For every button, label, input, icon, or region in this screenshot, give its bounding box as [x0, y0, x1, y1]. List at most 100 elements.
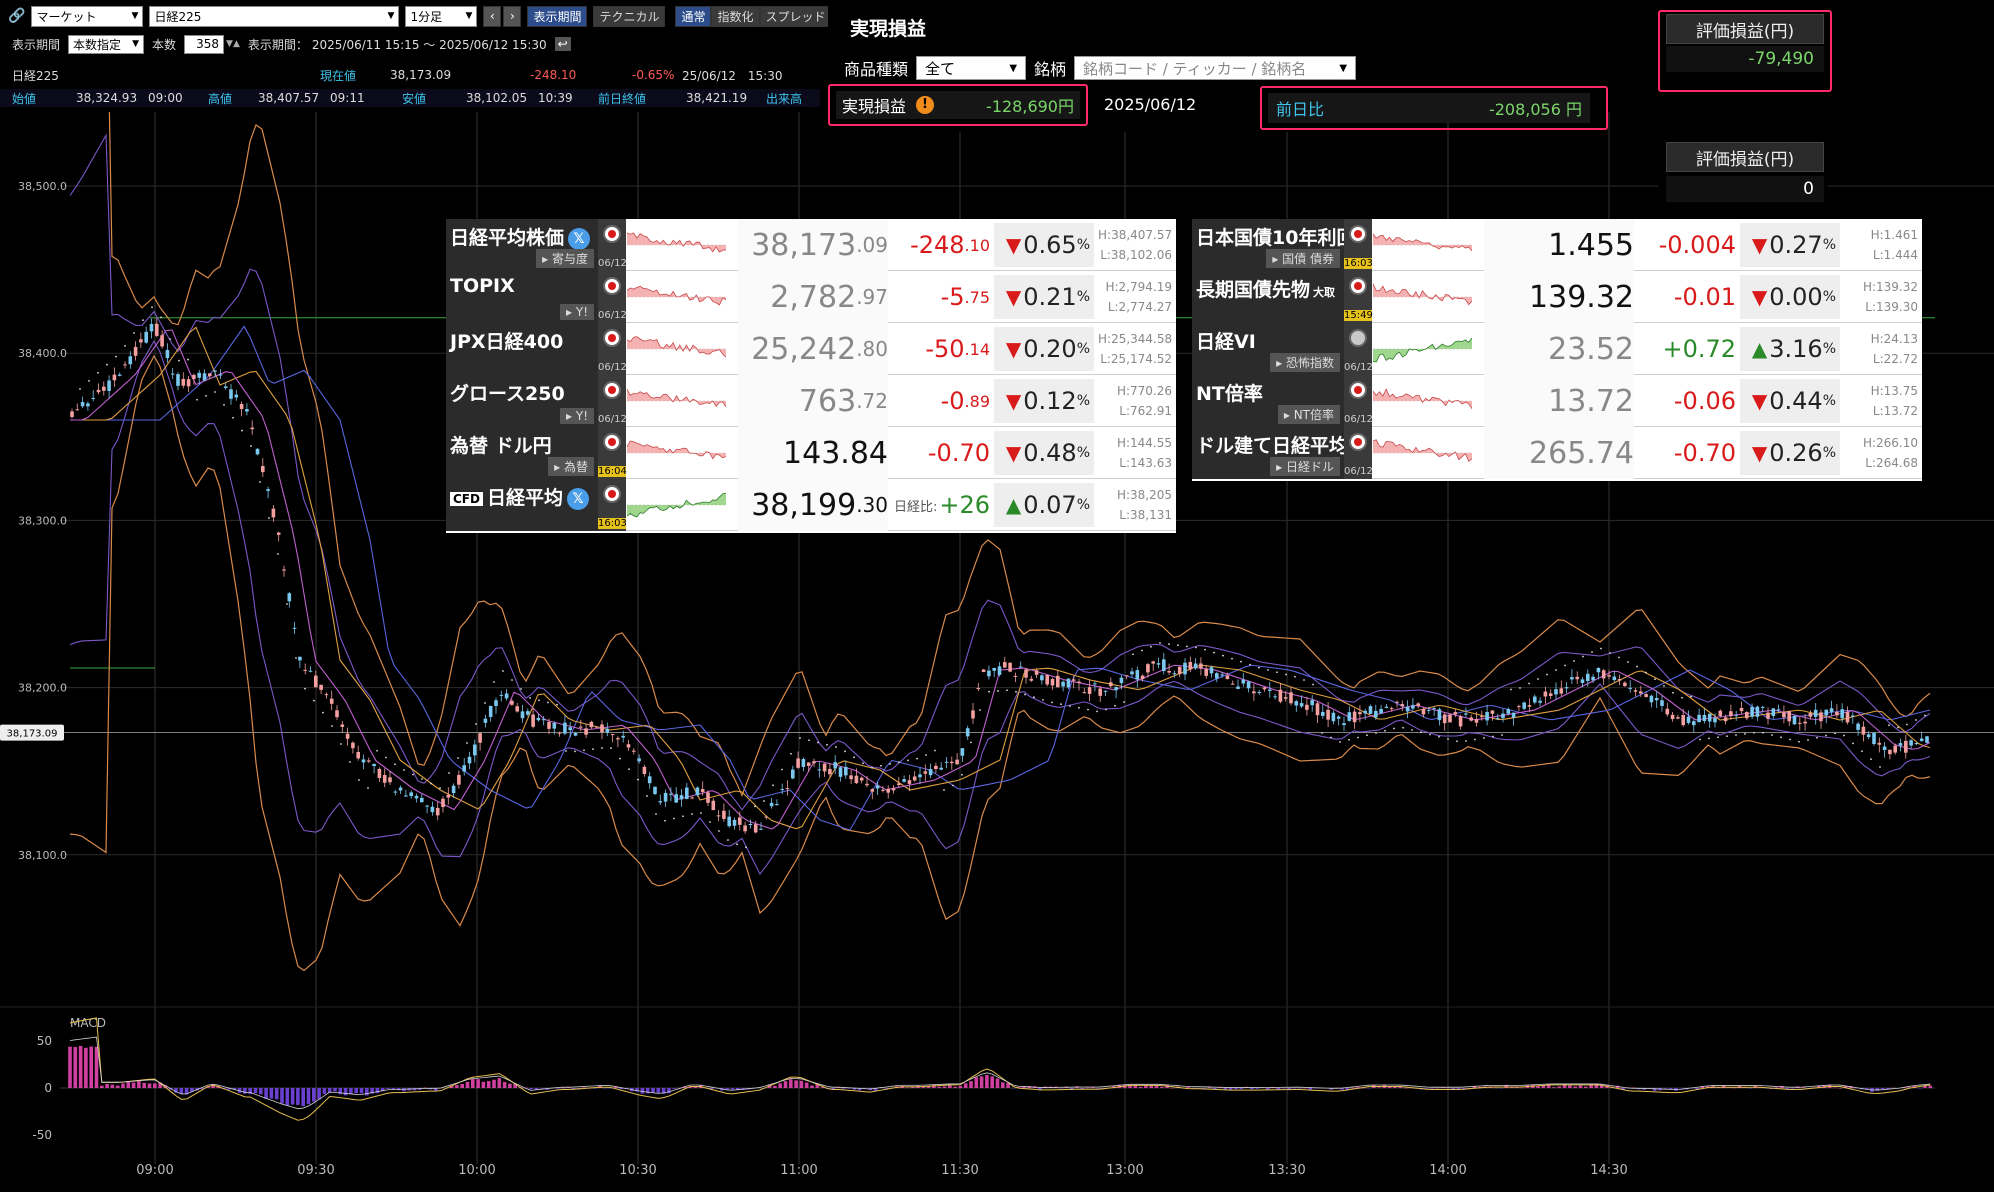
macd-histogram-bar: [842, 1088, 846, 1089]
macd-histogram-bar: [979, 1076, 984, 1088]
symbol-search-input[interactable]: 銘柄コード / ティッカー / 銘柄名 ▼: [1074, 56, 1357, 80]
quote-name-cell: 長期国債先物 大取: [1192, 271, 1344, 323]
quote-name-cell: 為替 ドル円 ▸ 為替: [446, 427, 598, 479]
macd-histogram-bar: [502, 1081, 507, 1088]
quote-sub-button[interactable]: ▸ NT倍率: [1277, 405, 1340, 424]
quote-name-cell: ドル建て日経平均 ▸ 日経ドル: [1192, 427, 1344, 479]
quote-row[interactable]: JPX日経400 06/12 25,242.80 -50.14 ▼ 0.20% H…: [446, 323, 1176, 375]
quote-row[interactable]: CFD 日経平均 𝕏 16:03 38,199.30 日経比: +26 ▲ 0.07%…: [446, 479, 1176, 531]
quote-change: -5.75: [892, 271, 990, 323]
quote-sub-button[interactable]: ▸ 日経ドル: [1270, 457, 1340, 476]
symbol-name: 日経225: [12, 68, 59, 83]
macd-histogram-bar: [1493, 1087, 1498, 1089]
sar-dot: [232, 416, 234, 419]
candle-body: [642, 766, 647, 774]
macd-histogram-bar: [1430, 1088, 1434, 1089]
macd-histogram-bar: [1234, 1088, 1238, 1090]
candle-body: [1501, 713, 1505, 719]
quote-sub-button[interactable]: ▸ 寄与度: [536, 249, 594, 268]
market-select[interactable]: マーケット ▼: [31, 5, 144, 27]
candle-body: [764, 816, 769, 818]
period-button[interactable]: 表示期間: [527, 5, 588, 27]
candle-body: [1718, 710, 1723, 716]
quote-row[interactable]: 日経VI ▸ 恐怖指数 06/12 23.52 +0.72 ▲ 3.16% H:24…: [1192, 323, 1922, 375]
quote-row[interactable]: 長期国債先物 大取 15:49 139.32 -0.01 ▼ 0.00% H:139…: [1192, 271, 1922, 323]
quote-row[interactable]: 日経平均株価 𝕏 ▸ 寄与度 06/12 38,173.09 -248.10 ▼ 0.…: [446, 219, 1176, 271]
macd-histogram-bar: [1250, 1088, 1254, 1090]
change-decimal: .10: [964, 235, 990, 255]
change-main: -248: [910, 231, 965, 259]
quote-sub-button[interactable]: ▸ 為替: [548, 457, 594, 476]
index-button[interactable]: 指数化: [711, 5, 760, 27]
candle-body: [1808, 712, 1813, 717]
candle-body: [690, 797, 694, 799]
change-main: -5: [940, 283, 965, 311]
sar-dot: [1168, 643, 1170, 646]
next-button[interactable]: ›: [503, 5, 522, 27]
sar-dot: [763, 800, 765, 802]
flag-icon: [603, 485, 621, 503]
candle-body: [1172, 673, 1177, 675]
candle-body: [298, 656, 302, 661]
candle-body: [250, 427, 254, 430]
type-select[interactable]: 全て ▼: [916, 56, 1027, 80]
return-icon[interactable]: ↩: [554, 37, 571, 51]
interval-select[interactable]: 1分足 ▼: [405, 5, 478, 27]
candle-body: [1326, 709, 1330, 720]
quote-row[interactable]: TOPIX ▸ Y! 06/12 2,782.97 -5.75 ▼ 0.21% H:…: [446, 271, 1176, 323]
x-icon[interactable]: 𝕏: [566, 487, 589, 510]
quote-date: 06/12: [598, 258, 627, 269]
quote-row[interactable]: NT倍率 ▸ NT倍率 06/12 13.72 -0.06 ▼ 0.44% H:13…: [1192, 375, 1922, 427]
candle-body: [1909, 740, 1913, 746]
quote-price: 139.32: [1484, 271, 1634, 323]
quote-row[interactable]: グロース250 ▸ Y! 06/12 763.72 -0.89 ▼ 0.12% H:…: [446, 375, 1176, 427]
candle-body: [75, 409, 80, 411]
percent-value: 0.12: [1023, 387, 1077, 415]
macd-histogram-bar: [1663, 1088, 1668, 1089]
quote-row[interactable]: ドル建て日経平均 ▸ 日経ドル 06/12 265.74 -0.70 ▼ 0.26%…: [1192, 427, 1922, 479]
candle-body: [1437, 709, 1442, 721]
quote-name: 為替 ドル円: [450, 435, 552, 457]
y-tick-label: 38,300.0: [18, 514, 67, 527]
direction-icon: ▼: [1751, 285, 1768, 309]
symbol-select[interactable]: 日経225 ▼: [149, 5, 400, 27]
sar-dot: [709, 821, 711, 823]
count-input[interactable]: 358: [184, 34, 225, 54]
quote-row[interactable]: 為替 ドル円 ▸ 為替 16:04 143.84 -0.70 ▼ 0.48% H:1…: [446, 427, 1176, 479]
quote-low: L:22.72: [1872, 352, 1918, 366]
quote-row[interactable]: 日本国債10年利回り▸ 国債 債券 16:03 1.455 -0.004 ▼0.…: [1192, 219, 1922, 271]
candle-body: [674, 794, 678, 803]
sar-dot: [1006, 689, 1008, 692]
technical-button[interactable]: テクニカル: [593, 5, 666, 27]
quote-sub-button[interactable]: ▸ 恐怖指数: [1270, 353, 1340, 372]
candle-body: [255, 448, 260, 455]
sar-dot: [781, 768, 783, 771]
spread-button[interactable]: スプレッド: [759, 5, 832, 27]
period-mode-select[interactable]: 本数指定 ▼: [68, 34, 145, 54]
candle-body: [155, 323, 159, 336]
quote-sub-button[interactable]: ▸ Y!: [560, 304, 594, 320]
candle-body: [1686, 716, 1691, 723]
candle-body: [907, 780, 912, 784]
macd-histogram-bar: [1366, 1088, 1371, 1089]
quote-sub-button[interactable]: ▸ Y!: [560, 408, 594, 424]
prev-button[interactable]: ‹: [483, 5, 502, 27]
macd-histogram-bar: [1001, 1082, 1005, 1088]
macd-histogram-bar: [990, 1076, 994, 1088]
quote-sub-button[interactable]: ▸ 国債 債券: [1266, 249, 1340, 268]
candle-body: [1368, 706, 1373, 714]
warning-icon[interactable]: !: [916, 96, 935, 114]
sar-dot: [727, 839, 729, 841]
candle-body: [1533, 696, 1537, 703]
candle-body: [1548, 693, 1553, 696]
candle-body: [557, 732, 562, 734]
quote-low: L:25,174.52: [1100, 352, 1172, 366]
candle-body: [526, 711, 530, 715]
candle-body: [1066, 678, 1071, 688]
count-stepper-icon[interactable]: ▼▲: [226, 39, 240, 49]
candle-body: [1639, 691, 1643, 694]
normal-button[interactable]: 通常: [675, 5, 712, 27]
x-icon[interactable]: 𝕏: [568, 227, 591, 250]
candle-body: [1480, 716, 1484, 718]
link-icon[interactable]: 🔗: [8, 8, 25, 24]
